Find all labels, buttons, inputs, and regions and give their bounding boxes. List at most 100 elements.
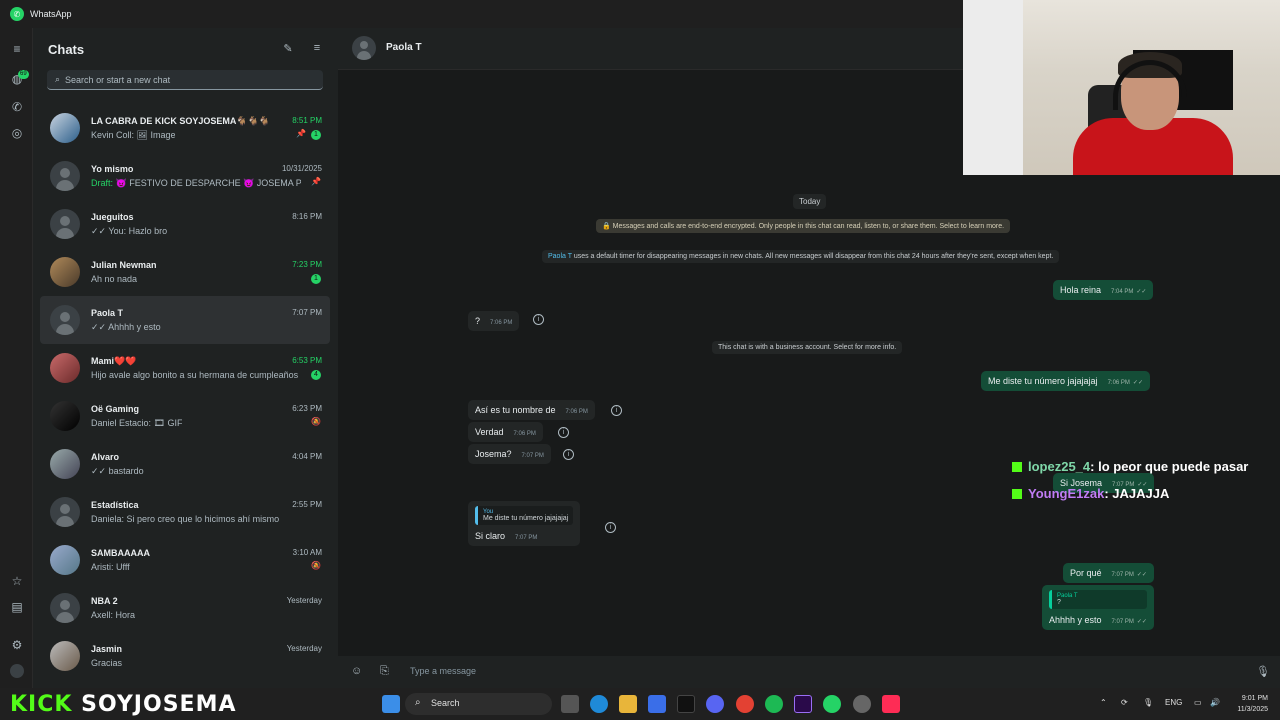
profile-avatar[interactable] — [10, 664, 24, 678]
info-icon[interactable]: i — [605, 522, 616, 533]
message-input[interactable]: Type a message — [410, 666, 476, 676]
read-check-icon: ✓✓ — [1132, 380, 1143, 386]
clock-time: 9:01 PM — [1241, 695, 1268, 702]
chat-time: 8:16 PM — [292, 212, 322, 221]
read-check-icon: ✓✓ — [1136, 289, 1147, 295]
chat-list: LA CABRA DE KICK SOYJOSEMA🐐🐐🐐 8:51 PM Ke… — [40, 104, 330, 680]
message-out[interactable]: Por qué 7:07 PM ✓✓ — [1063, 563, 1154, 583]
chat-item[interactable]: SAMBAAAAA 3:10 AM Aristi: Ufff 🔕 — [40, 536, 330, 584]
chat-item[interactable]: NBA 2 Yesterday Axell: Hora — [40, 584, 330, 632]
attach-icon[interactable]: ⎘ — [380, 665, 389, 678]
pin-icon: 📌 — [296, 129, 306, 138]
chat-item[interactable]: Oë Gaming 6:23 PM Daniel Estacio: 🎞 GIF … — [40, 392, 330, 440]
stream-chat-text: : lo peor que puede pasar — [1090, 459, 1249, 474]
starred-icon[interactable]: ☆ — [10, 574, 24, 588]
monitor-icon[interactable]: ▭ — [1194, 698, 1202, 707]
business-notice[interactable]: This chat is with a business account. Se… — [712, 341, 903, 354]
chat-item[interactable]: Jueguitos 8:16 PM ✓✓ You: Hazlo bro — [40, 200, 330, 248]
chat-time: Yesterday — [286, 596, 322, 605]
stream-chat-line: lopez25_4: lo peor que puede pasar — [1012, 459, 1248, 474]
whatsapp-taskbar-icon[interactable] — [823, 695, 841, 713]
disappearing-contact: Paola T — [548, 253, 572, 260]
spotify-icon[interactable] — [765, 695, 783, 713]
message-out-reply[interactable]: Paola T? Ahhhh y esto 7:07 PM ✓✓ — [1042, 585, 1154, 630]
chat-item[interactable]: LA CABRA DE KICK SOYJOSEMA🐐🐐🐐 8:51 PM Ke… — [40, 104, 330, 152]
chat-time: 3:10 AM — [292, 548, 322, 557]
store-icon[interactable] — [648, 695, 666, 713]
chat-item[interactable]: Jasmin Yesterday Gracias — [40, 632, 330, 680]
message-in-reply[interactable]: You Me diste tu número jajajajaj Si claro… — [468, 501, 581, 546]
contact-name[interactable]: Paola T — [386, 42, 422, 53]
message-out[interactable]: Hola reina 7:04 PM ✓✓ — [1053, 280, 1154, 300]
message-time: 7:07 PM — [515, 535, 538, 541]
chat-item[interactable]: Mami❤️❤️ 6:53 PM Hijo avale algo bonito … — [40, 344, 330, 392]
obs-icon[interactable] — [853, 695, 871, 713]
menu-icon[interactable]: ≡ — [10, 42, 24, 56]
chrome-icon[interactable] — [736, 695, 754, 713]
chat-name: Oë Gaming — [91, 404, 140, 414]
search-input[interactable]: ⌕ Search or start a new chat — [47, 70, 323, 90]
message-in[interactable]: Así es tu nombre de 7:06 PM — [468, 400, 595, 420]
sync-icon[interactable]: ⟳ — [1121, 698, 1128, 707]
quoted-message[interactable]: Paola T? — [1049, 590, 1147, 609]
chat-item[interactable]: Yo mismo 10/31/2025 Draft: 😈 FESTIVO DE … — [40, 152, 330, 200]
avatar — [50, 257, 80, 287]
chat-item[interactable]: Estadística 2:55 PM Daniela: Si pero cre… — [40, 488, 330, 536]
info-icon[interactable]: i — [563, 449, 574, 460]
sidebar-title: Chats — [48, 42, 85, 57]
microphone-icon[interactable]: 🎙 — [1256, 665, 1270, 678]
tray-chevron-icon[interactable]: ⌃ — [1100, 698, 1107, 707]
chat-item-selected[interactable]: Paola T 7:07 PM ✓✓ Ahhhh y esto — [40, 296, 330, 344]
clock[interactable]: 9:01 PM 11/3/2025 — [1237, 693, 1268, 715]
discord-icon[interactable] — [706, 695, 724, 713]
message-in[interactable]: Verdad 7:06 PM — [468, 422, 543, 442]
emoji-icon[interactable]: ☺ — [351, 665, 362, 677]
message-text: Por qué — [1070, 568, 1102, 578]
new-chat-icon[interactable]: ✎ — [281, 42, 295, 56]
chat-sidebar: Chats ✎ ≡ ⌕ Search or start a new chat L… — [33, 28, 338, 688]
file-explorer-icon[interactable] — [619, 695, 637, 713]
whatsapp-logo-icon: ✆ — [10, 7, 24, 21]
info-icon[interactable]: i — [558, 427, 569, 438]
unread-badge: 4 — [311, 370, 321, 380]
stream-logo: KICK SOYJOSEMA — [10, 692, 236, 717]
status-icon[interactable]: ◎ — [10, 126, 24, 140]
chat-preview: ✓✓ You: Hazlo bro — [91, 226, 168, 236]
windows-start-icon[interactable] — [382, 695, 400, 713]
volume-icon[interactable]: 🔊 — [1210, 698, 1220, 707]
message-text: Así es tu nombre de — [475, 405, 556, 415]
settings-icon[interactable]: ⚙ — [10, 638, 24, 652]
chat-preview: Daniel Estacio: 🎞 GIF — [91, 418, 183, 428]
message-out[interactable]: Me diste tu número jajajajaj 7:06 PM ✓✓ — [981, 371, 1150, 391]
calls-icon[interactable]: ✆ — [10, 100, 24, 114]
disappearing-notice[interactable]: Paola T uses a default timer for disappe… — [542, 250, 1060, 263]
archive-icon[interactable]: ▤ — [10, 600, 24, 614]
avatar — [50, 401, 80, 431]
message-text: Josema? — [475, 449, 512, 459]
tiktok-icon[interactable] — [677, 695, 695, 713]
info-icon[interactable]: i — [611, 405, 622, 416]
quoted-message[interactable]: You Me diste tu número jajajajaj — [475, 506, 574, 525]
chat-name: NBA 2 — [91, 596, 118, 606]
disappearing-text: uses a default timer for disappearing me… — [573, 253, 1054, 260]
chat-preview: Gracias — [91, 658, 123, 668]
encryption-notice[interactable]: 🔒 Messages and calls are end-to-end encr… — [596, 219, 1011, 233]
chat-item[interactable]: Alvaro 4:04 PM ✓✓ bastardo — [40, 440, 330, 488]
mic-tray-icon[interactable]: 🎙 — [1143, 698, 1153, 707]
premiere-icon[interactable] — [794, 695, 812, 713]
chat-item[interactable]: Julian Newman 7:23 PM Ah no nada 1 — [40, 248, 330, 296]
contact-avatar[interactable] — [352, 36, 376, 60]
tiktok-studio-icon[interactable] — [882, 695, 900, 713]
filter-icon[interactable]: ≡ — [310, 42, 324, 56]
edge-icon[interactable] — [590, 695, 608, 713]
taskbar-search[interactable]: ⌕ Search — [405, 693, 552, 715]
chat-time: 6:53 PM — [292, 356, 322, 365]
language-indicator[interactable]: ENG — [1165, 698, 1182, 707]
chat-name: Julian Newman — [91, 260, 157, 270]
message-in[interactable]: ? 7:06 PM — [468, 311, 520, 331]
clock-date: 11/3/2025 — [1237, 706, 1268, 713]
message-in[interactable]: Josema? 7:07 PM — [468, 444, 551, 464]
task-view-icon[interactable] — [561, 695, 579, 713]
badge-icon — [1012, 462, 1022, 472]
info-icon[interactable]: i — [533, 314, 544, 325]
